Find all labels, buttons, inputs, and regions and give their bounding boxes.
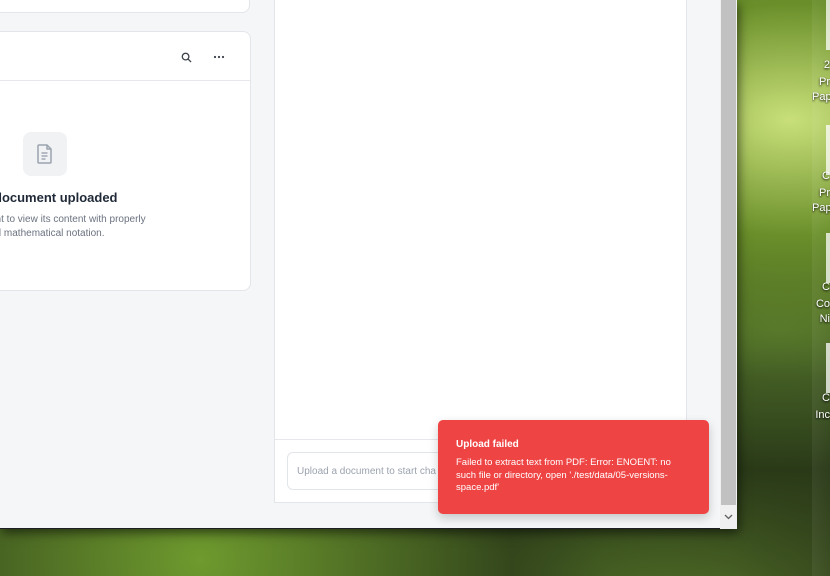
- desktop-icon-label[interactable]: Ni: [812, 312, 830, 326]
- desktop-icon-label[interactable]: Co: [812, 297, 830, 311]
- empty-state-description: ent to view its content with properly ed…: [0, 213, 190, 241]
- desktop-icon[interactable]: [826, 343, 830, 393]
- document-icon: [37, 144, 52, 164]
- search-icon: [181, 52, 191, 62]
- desktop-icon-label[interactable]: Inc: [812, 408, 830, 422]
- more-options-button[interactable]: [208, 46, 230, 68]
- desktop-icon-label[interactable]: 2: [812, 58, 830, 72]
- more-icon: [213, 55, 225, 59]
- empty-state-line: ent to view its content with properly: [0, 214, 146, 225]
- desktop-icon-label[interactable]: Pap: [812, 90, 830, 104]
- document-placeholder: [23, 132, 67, 176]
- empty-state-title: document uploaded: [0, 190, 118, 205]
- error-toast[interactable]: Upload failed Failed to extract text fro…: [438, 420, 709, 514]
- empty-state-line: ed mathematical notation.: [0, 228, 105, 239]
- toast-title: Upload failed: [456, 439, 519, 450]
- viewer-header: [0, 32, 250, 81]
- desktop-icon-column: 2 Pr Pap C Pr Pap C Co Ni C Inc: [812, 0, 830, 576]
- desktop-icon[interactable]: [826, 233, 830, 283]
- desktop-icon-label[interactable]: C: [812, 391, 830, 405]
- scrollbar[interactable]: [720, 0, 737, 529]
- scroll-down-button[interactable]: [720, 508, 737, 525]
- desktop-icon[interactable]: [826, 125, 830, 175]
- search-button[interactable]: [175, 46, 197, 68]
- scrollbar-thumb[interactable]: [721, 0, 736, 505]
- chevron-down-icon: [724, 514, 733, 519]
- document-viewer-card: document uploaded ent to view its conten…: [0, 31, 251, 291]
- desktop-icon-label[interactable]: Pap: [812, 201, 830, 215]
- toast-message: Failed to extract text from PDF: Error: …: [456, 457, 671, 493]
- desktop-icon-label[interactable]: Pr: [812, 186, 830, 200]
- desktop-icon-label[interactable]: Pr: [812, 75, 830, 89]
- upload-card: [0, 0, 250, 13]
- desktop-icon[interactable]: [826, 0, 830, 50]
